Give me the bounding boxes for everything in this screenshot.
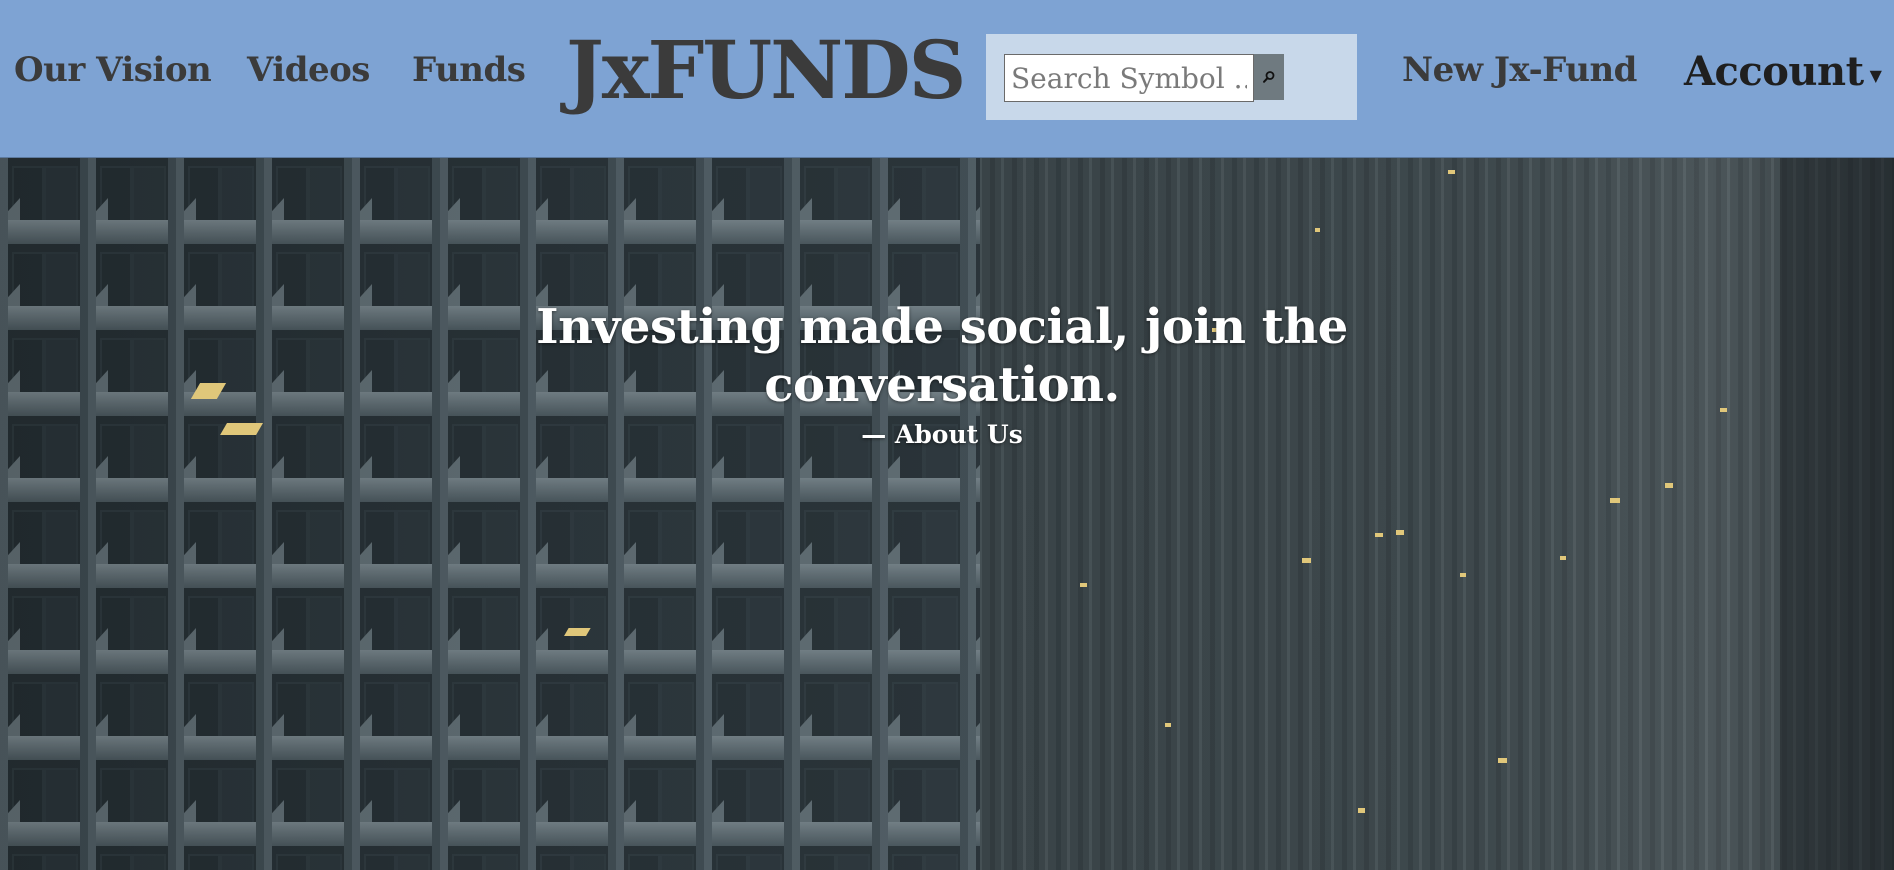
account-menu[interactable]: Account ▼: [1684, 48, 1882, 95]
hero-quote: Investing made social, join the conversa…: [536, 299, 1348, 413]
building-facade-image: [0, 158, 1894, 870]
search-input[interactable]: [1004, 54, 1254, 102]
search-panel: [986, 34, 1357, 120]
search-button[interactable]: [1254, 54, 1284, 100]
nav-link-funds[interactable]: Funds: [412, 50, 526, 90]
nav-link-videos[interactable]: Videos: [247, 50, 370, 90]
hero-banner: Investing made social, join the conversa…: [0, 158, 1894, 870]
search-icon: [1263, 71, 1275, 83]
nav-link-new-jx-fund[interactable]: New Jx-Fund: [1402, 50, 1637, 90]
brand-logo[interactable]: JxFUNDS: [566, 30, 966, 110]
top-navbar: Our Vision Videos Funds JxFUNDS New Jx-F…: [0, 0, 1894, 158]
caret-down-icon: ▼: [1869, 65, 1882, 85]
nav-link-our-vision[interactable]: Our Vision: [14, 50, 212, 90]
account-label: Account: [1684, 48, 1864, 95]
hero-attribution[interactable]: — About Us: [500, 420, 1384, 449]
